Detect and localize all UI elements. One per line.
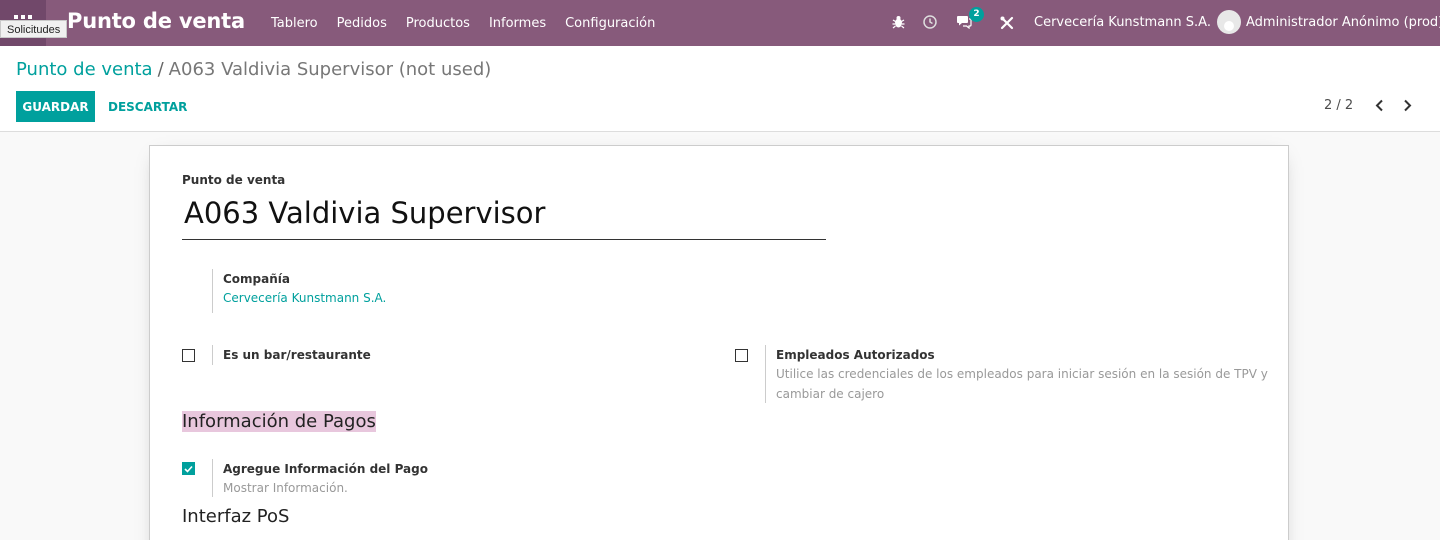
is-bar-restaurant-checkbox[interactable]	[182, 349, 195, 362]
user-menu[interactable]: Administrador Anónimo (prod)	[1217, 10, 1440, 34]
is-bar-restaurant-label: Es un bar/restaurante	[223, 348, 371, 362]
discard-button[interactable]: DESCARTAR	[108, 91, 187, 122]
tooltip: Solicitudes	[0, 20, 68, 38]
tools-cross-icon[interactable]	[1000, 16, 1014, 30]
top-navbar: Solicitudes Punto de venta Tablero Pedid…	[0, 0, 1440, 46]
checkmark-icon	[184, 465, 193, 473]
messages-icon[interactable]: 2	[956, 7, 984, 29]
menu-item-configuracion[interactable]: Configuración	[565, 16, 655, 31]
main-menu: Tablero Pedidos Productos Informes Confi…	[271, 0, 674, 46]
pager-next-button[interactable]	[1400, 96, 1414, 114]
authorized-employees-help: Utilice las credenciales de los empleado…	[776, 367, 1268, 401]
name-input[interactable]: A063 Valdivia Supervisor	[182, 192, 826, 240]
control-panel: Punto de venta / A063 Valdivia Supervisor …	[0, 46, 1440, 132]
avatar	[1217, 10, 1241, 34]
chevron-left-icon	[1375, 99, 1383, 111]
field-divider	[212, 269, 213, 313]
app-brand[interactable]: Punto de venta	[67, 9, 245, 33]
pos-interface-section-title: Interfaz PoS	[182, 506, 290, 527]
name-label: Punto de venta	[182, 173, 286, 187]
activity-clock-icon[interactable]	[923, 15, 937, 29]
menu-item-informes[interactable]: Informes	[489, 16, 546, 31]
field-divider	[212, 459, 213, 497]
breadcrumb-separator: /	[157, 59, 164, 80]
menu-item-pedidos[interactable]: Pedidos	[337, 16, 387, 31]
form-sheet: Punto de venta A063 Valdivia Supervisor …	[149, 145, 1289, 540]
breadcrumb-parent[interactable]: Punto de venta	[16, 59, 153, 80]
user-name: Administrador Anónimo (prod)	[1246, 14, 1440, 30]
payment-info-checkbox[interactable]	[182, 462, 195, 475]
save-button[interactable]: GUARDAR	[16, 91, 95, 122]
pager-previous-button[interactable]	[1372, 96, 1386, 114]
company-switcher[interactable]: Cervecería Kunstmann S.A.	[1034, 15, 1211, 30]
field-divider	[212, 345, 213, 365]
debug-bug-icon[interactable]	[892, 15, 905, 29]
messages-badge: 2	[969, 7, 984, 22]
chevron-right-icon	[1403, 99, 1411, 111]
pager-counter[interactable]: 2 / 2	[1324, 98, 1353, 113]
menu-item-tablero[interactable]: Tablero	[271, 16, 318, 31]
menu-item-productos[interactable]: Productos	[406, 16, 470, 31]
breadcrumb: Punto de venta / A063 Valdivia Supervisor …	[16, 59, 491, 80]
company-field[interactable]: Cervecería Kunstmann S.A.	[223, 291, 386, 305]
apps-grid-icon	[14, 15, 32, 19]
field-divider	[765, 345, 766, 403]
payment-info-label: Agregue Información del Pago	[223, 462, 428, 476]
payments-section-title: Información de Pagos	[182, 411, 376, 432]
authorized-employees-label: Empleados Autorizados	[776, 348, 935, 362]
payment-info-help: Mostrar Información.	[223, 481, 348, 495]
authorized-employees-checkbox[interactable]	[735, 349, 748, 362]
company-label: Compañía	[223, 272, 290, 286]
breadcrumb-current: A063 Valdivia Supervisor (not used)	[168, 59, 492, 80]
